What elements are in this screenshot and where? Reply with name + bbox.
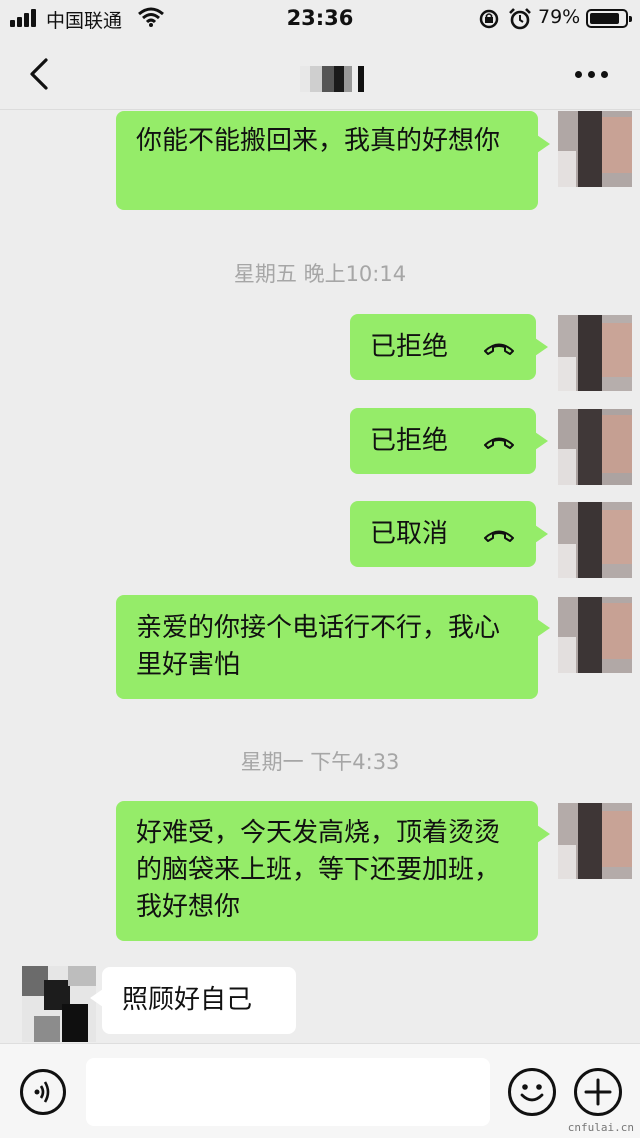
message-bubble-outgoing[interactable]: 你能不能搬回来，我真的好想你 bbox=[116, 111, 550, 210]
my-avatar[interactable] bbox=[558, 502, 632, 578]
battery-percent: 79% bbox=[538, 6, 581, 28]
message-list[interactable]: 你能不能搬回来，我真的好想你 星期五 晚上10:14 已拒绝 已拒绝 已取消 亲… bbox=[0, 111, 640, 1043]
contact-avatar[interactable] bbox=[22, 966, 96, 1042]
my-avatar[interactable] bbox=[558, 111, 632, 187]
message-bubble-outgoing[interactable]: 好难受，今天发高烧，顶着烫烫的脑袋来上班，等下还要加班，我好想你 bbox=[116, 801, 550, 941]
chat-header bbox=[0, 38, 640, 110]
message-bubble-call[interactable]: 已拒绝 bbox=[350, 408, 548, 474]
watermark: cnfulai.cn bbox=[567, 1121, 634, 1134]
voice-icon[interactable] bbox=[20, 1069, 66, 1115]
hangup-phone-icon bbox=[484, 437, 514, 449]
message-text: 你能不能搬回来，我真的好想你 bbox=[136, 126, 501, 156]
message-input[interactable] bbox=[86, 1058, 490, 1126]
orientation-lock-icon bbox=[479, 9, 499, 29]
message-text: 好难受，今天发高烧，顶着烫烫的脑袋来上班，等下还要加班，我好想你 bbox=[136, 818, 501, 922]
emoji-icon[interactable] bbox=[508, 1068, 556, 1116]
contact-name-pixelated bbox=[300, 66, 372, 92]
chevron-left-icon[interactable] bbox=[22, 56, 58, 92]
message-bubble-outgoing[interactable]: 亲爱的你接个电话行不行，我心里好害怕 bbox=[116, 595, 550, 699]
alarm-icon bbox=[509, 8, 531, 30]
hangup-phone-icon bbox=[484, 343, 514, 355]
plus-icon[interactable] bbox=[574, 1068, 622, 1116]
timestamp: 星期一 下午4:33 bbox=[240, 750, 400, 774]
my-avatar[interactable] bbox=[558, 409, 632, 485]
call-status-text: 已拒绝 bbox=[370, 331, 449, 362]
my-avatar[interactable] bbox=[558, 597, 632, 673]
message-text: 亲爱的你接个电话行不行，我心里好害怕 bbox=[136, 613, 501, 680]
status-bar: 中国联通 23:36 79% bbox=[0, 0, 640, 38]
call-status-text: 已拒绝 bbox=[370, 425, 449, 456]
timestamp: 星期五 晚上10:14 bbox=[233, 262, 407, 286]
message-bubble-call[interactable]: 已取消 bbox=[350, 501, 548, 567]
my-avatar[interactable] bbox=[558, 803, 632, 879]
hangup-phone-icon bbox=[484, 530, 514, 542]
battery-icon bbox=[586, 9, 632, 28]
message-bubble-incoming[interactable]: 照顾好自己 bbox=[90, 967, 296, 1034]
message-text: 照顾好自己 bbox=[122, 985, 253, 1015]
message-bubble-call[interactable]: 已拒绝 bbox=[350, 314, 548, 380]
more-dots-icon[interactable] bbox=[572, 68, 612, 80]
call-status-text: 已取消 bbox=[370, 518, 449, 549]
input-bar: cnfulai.cn bbox=[0, 1043, 640, 1138]
my-avatar[interactable] bbox=[558, 315, 632, 391]
